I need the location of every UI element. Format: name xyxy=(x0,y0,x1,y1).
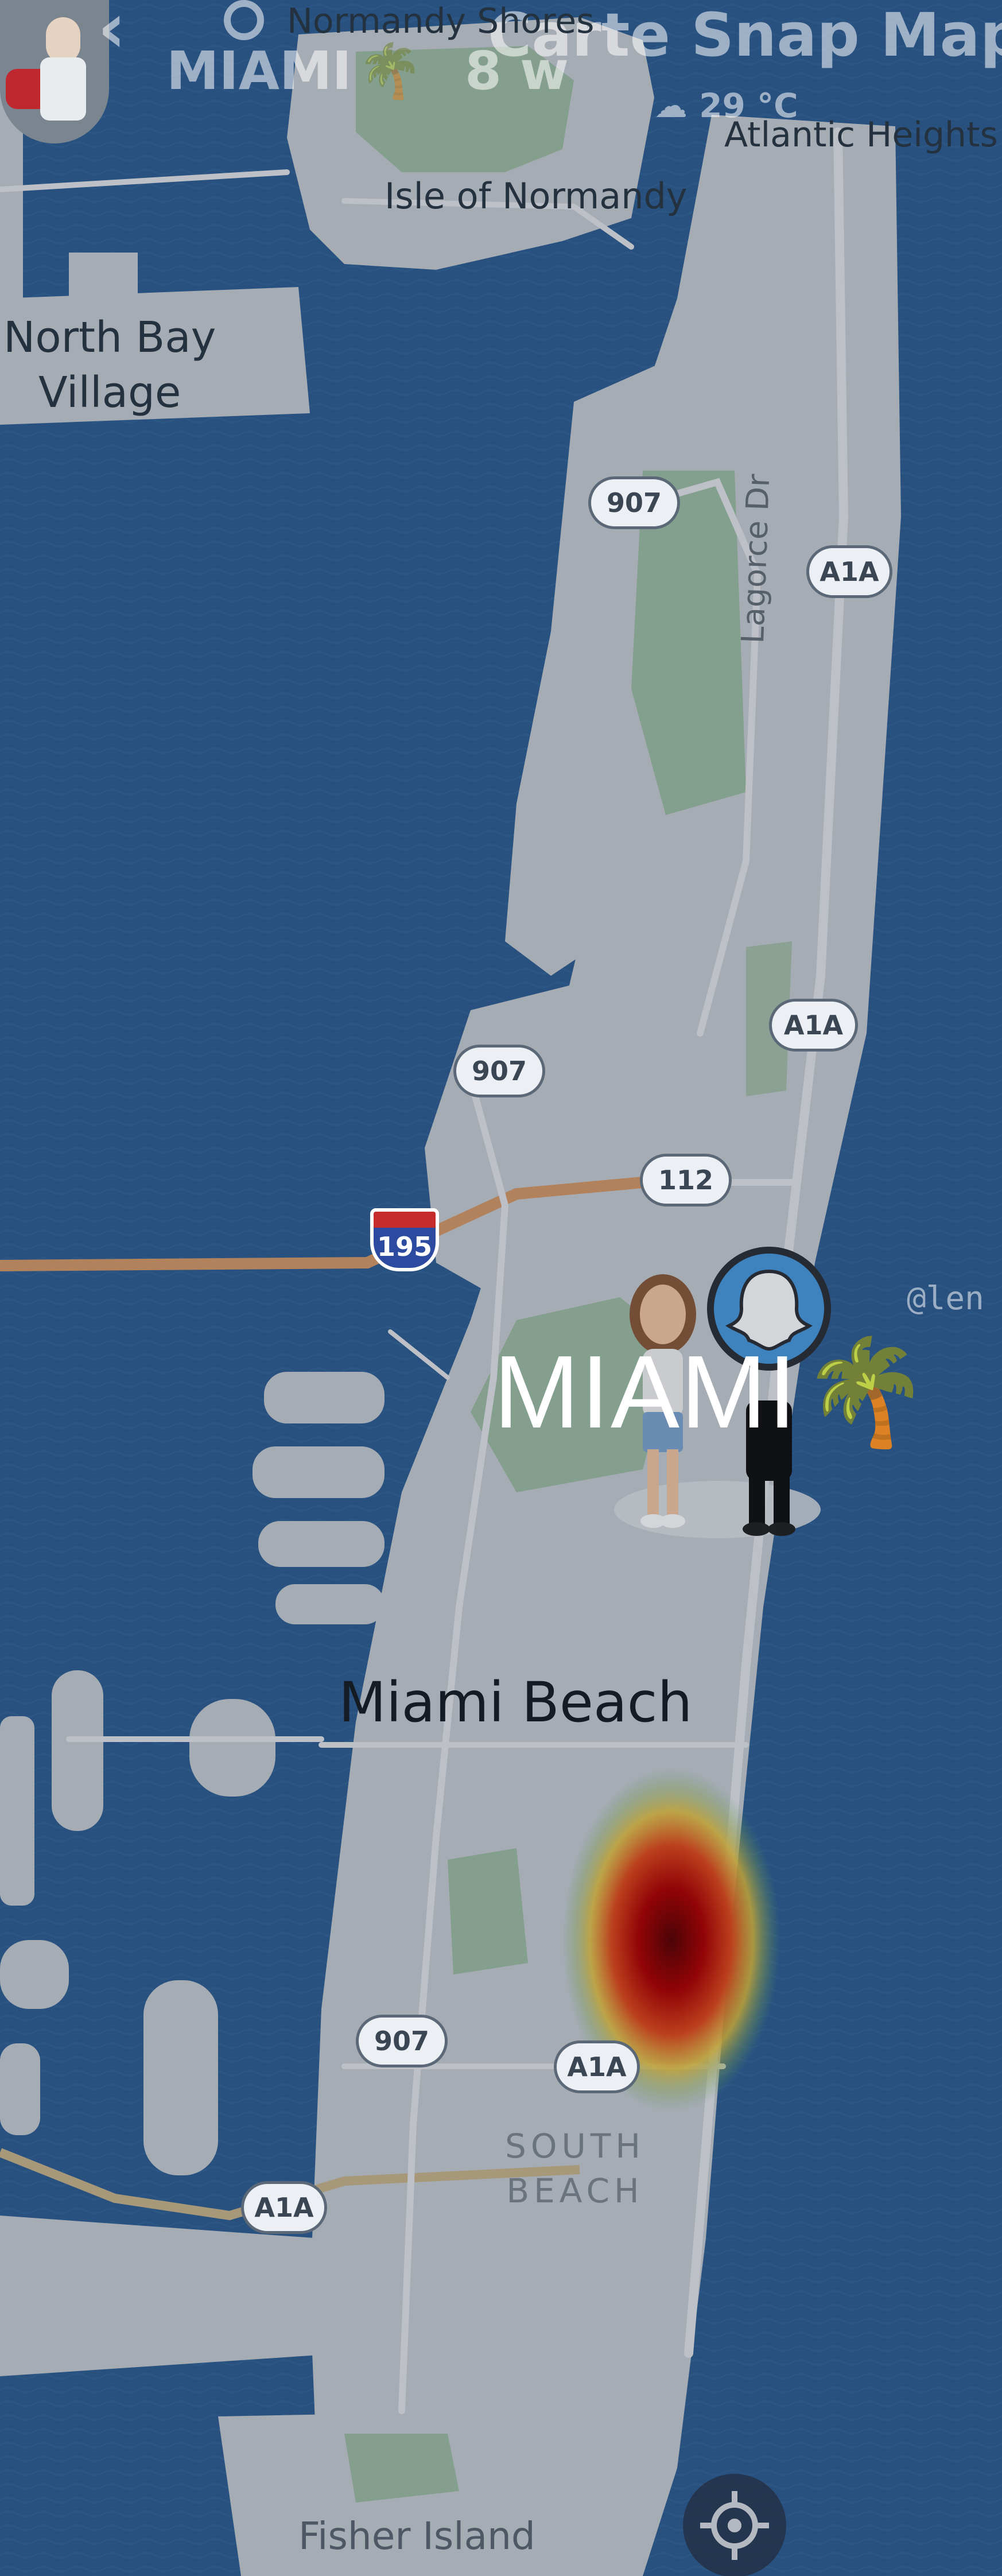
story-caption: MIAMI🌴 xyxy=(494,1332,931,1452)
username-handle[interactable]: @len xyxy=(907,1280,984,1317)
place-normandy-shores: Normandy Shores xyxy=(287,1,595,41)
route-shield-a1a: A1A xyxy=(241,2181,327,2234)
route-shield-a1a: A1A xyxy=(769,999,858,1052)
place-atlantic-heights: Atlantic Heights xyxy=(724,115,998,155)
route-shield-907: 907 xyxy=(588,476,680,529)
back-button[interactable]: ‹ xyxy=(98,0,126,68)
place-south-beach: SOUTH BEACH xyxy=(505,2127,645,2210)
route-shield-907: 907 xyxy=(356,2015,448,2067)
street-lagorce-dr: Lagorce Dr xyxy=(735,473,777,645)
search-icon[interactable] xyxy=(224,0,264,40)
route-shield-112: 112 xyxy=(640,1154,732,1206)
place-miami-beach: Miami Beach xyxy=(339,1670,693,1735)
place-isle-of-normandy: Isle of Normandy xyxy=(385,175,688,217)
cloud-icon: ☁ xyxy=(654,86,688,125)
place-fisher-island: Fisher Island xyxy=(298,2514,535,2558)
route-shield-907: 907 xyxy=(453,1045,545,1097)
route-shield-a1a: A1A xyxy=(554,2040,640,2093)
profile-avatar[interactable] xyxy=(0,0,109,143)
snap-map-view[interactable]: ‹ MIAMI 🌴 8 w Carte Snap Map ☁ 29 °C Norm… xyxy=(0,0,1002,2576)
interstate-shield-195: 195 xyxy=(370,1208,439,1271)
place-north-bay-village: North Bay Village xyxy=(3,313,216,417)
chevron-left-icon: ‹ xyxy=(98,0,126,68)
recenter-location-button[interactable] xyxy=(683,2474,786,2576)
story-title: MIAMI 🌴 xyxy=(166,40,424,102)
route-shield-a1a: A1A xyxy=(806,545,892,598)
